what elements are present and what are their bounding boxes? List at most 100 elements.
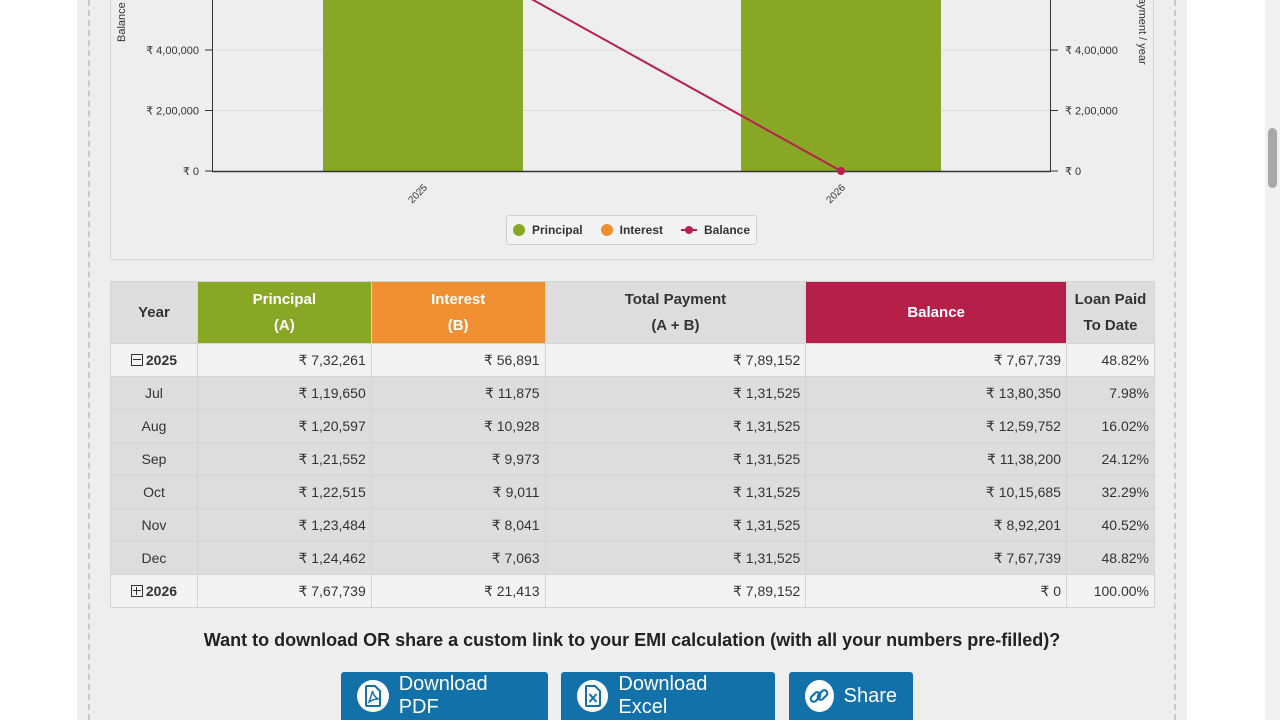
- month-cell: Dec: [110, 541, 198, 575]
- download-excel-label: Download Excel: [618, 673, 708, 718]
- total-payment-cell: ₹ 1,31,525: [544, 475, 807, 509]
- total-payment-cell: ₹ 1,31,525: [544, 376, 807, 410]
- share-heading: Want to download OR share a custom link …: [203, 630, 1061, 650]
- scrollbar[interactable]: [1265, 0, 1280, 720]
- interest-cell: ₹ 21,413: [370, 574, 546, 608]
- principal-cell: ₹ 1,24,462: [196, 541, 372, 575]
- excel-file-icon: [577, 680, 609, 712]
- right-tick-label: ₹ 0: [1065, 166, 1081, 178]
- table-row: Jul ₹ 1,19,650 ₹ 11,875 ₹ 1,31,525 ₹ 13,…: [110, 376, 1156, 410]
- interest-cell: ₹ 7,063: [370, 541, 546, 575]
- right-tick-label: ₹ 2,00,000: [1065, 106, 1118, 118]
- interest-cell: ₹ 9,011: [370, 475, 546, 509]
- year-row-2026[interactable]: 2026 ₹ 7,67,739 ₹ 21,413 ₹ 7,89,152 ₹ 0 …: [110, 574, 1156, 608]
- interest-cell: ₹ 56,891: [370, 343, 546, 377]
- balance-point: [837, 167, 845, 175]
- loan-paid-cell: 7.98%: [1065, 376, 1156, 410]
- principal-cell: ₹ 7,67,739: [196, 574, 372, 608]
- total-payment-cell: ₹ 1,31,525: [544, 442, 807, 476]
- header-year: Year: [110, 281, 198, 344]
- right-axis-title: ayment / year: [1136, 0, 1148, 65]
- month-cell: Aug: [110, 409, 198, 443]
- balance-cell: ₹ 11,38,200: [805, 442, 1067, 476]
- table-row: Nov ₹ 1,23,484 ₹ 8,041 ₹ 1,31,525 ₹ 8,92…: [110, 508, 1156, 542]
- balance-cell: ₹ 0: [805, 574, 1067, 608]
- loan-paid-cell: 48.82%: [1065, 343, 1156, 377]
- interest-dot-icon: [600, 224, 613, 236]
- loan-paid-cell: 16.02%: [1065, 409, 1156, 443]
- balance-cell: ₹ 13,80,350: [805, 376, 1067, 410]
- year-row-2025[interactable]: 2025 ₹ 7,32,261 ₹ 56,891 ₹ 7,89,152 ₹ 7,…: [110, 343, 1156, 377]
- total-payment-cell: ₹ 1,31,525: [544, 541, 807, 575]
- principal-bar: [741, 0, 941, 171]
- year-cell[interactable]: 2025: [110, 343, 198, 377]
- principal-cell: ₹ 1,20,597: [196, 409, 372, 443]
- download-pdf-button[interactable]: Download PDF: [341, 672, 548, 720]
- principal-cell: ₹ 1,22,515: [196, 475, 372, 509]
- principal-dot-icon: [512, 224, 525, 236]
- left-tick-label: ₹ 0: [183, 166, 199, 178]
- balance-cell: ₹ 7,67,739: [805, 541, 1067, 575]
- principal-cell: ₹ 1,23,484: [196, 508, 372, 542]
- balance-line-icon: [681, 224, 697, 236]
- year-cell[interactable]: 2026: [110, 574, 198, 608]
- left-tick-label: ₹ 4,00,000: [146, 45, 199, 57]
- loan-paid-cell: 32.29%: [1065, 475, 1156, 509]
- table-row: Aug ₹ 1,20,597 ₹ 10,928 ₹ 1,31,525 ₹ 12,…: [110, 409, 1156, 443]
- table-header-row: Year Principal (A) Interest (B) Total Paym…: [110, 281, 1156, 344]
- chart-legend: Principal Interest Balance: [506, 215, 757, 245]
- month-cell: Oct: [110, 475, 198, 509]
- balance-cell: ₹ 7,67,739: [805, 343, 1067, 377]
- legend-principal-label: Principal: [531, 223, 583, 237]
- loan-paid-cell: 48.82%: [1065, 541, 1156, 575]
- balance-cell: ₹ 8,92,201: [805, 508, 1067, 542]
- table-row: Oct ₹ 1,22,515 ₹ 9,011 ₹ 1,31,525 ₹ 10,1…: [110, 475, 1156, 509]
- share-label: Share: [843, 684, 897, 707]
- loan-paid-cell: 40.52%: [1065, 508, 1156, 542]
- x-tick-label: 2026: [824, 182, 848, 206]
- total-payment-cell: ₹ 1,31,525: [544, 508, 807, 542]
- legend-balance-label: Balance: [704, 223, 751, 237]
- month-cell: Nov: [110, 508, 198, 542]
- download-pdf-label: Download PDF: [398, 673, 488, 718]
- header-balance: Balance: [805, 281, 1067, 344]
- header-interest: Interest (B): [370, 281, 546, 344]
- header-total-payment: Total Payment (A + B): [544, 281, 807, 344]
- total-payment-cell: ₹ 1,31,525: [544, 409, 807, 443]
- interest-cell: ₹ 9,973: [370, 442, 546, 476]
- total-payment-cell: ₹ 7,89,152: [544, 343, 807, 377]
- share-button[interactable]: Share: [789, 672, 913, 720]
- principal-cell: ₹ 1,21,552: [196, 442, 372, 476]
- pdf-file-icon: [357, 680, 389, 712]
- principal-cell: ₹ 1,19,650: [196, 376, 372, 410]
- balance-cell: ₹ 10,15,685: [805, 475, 1067, 509]
- payment-schedule-table: Year Principal (A) Interest (B) Total Paym…: [110, 281, 1156, 608]
- x-tick-label: 2025: [406, 182, 430, 206]
- right-tick-label: ₹ 4,00,000: [1065, 45, 1118, 57]
- legend-principal[interactable]: Principal: [512, 223, 583, 237]
- left-tick-label: ₹ 2,00,000: [146, 106, 199, 118]
- table-row: Dec ₹ 1,24,462 ₹ 7,063 ₹ 1,31,525 ₹ 7,67…: [110, 541, 1156, 575]
- month-cell: Sep: [110, 442, 198, 476]
- left-axis-title: Balance: [116, 2, 128, 42]
- loan-paid-cell: 100.00%: [1065, 574, 1156, 608]
- scrollbar-thumb[interactable]: [1268, 128, 1277, 188]
- legend-interest[interactable]: Interest: [600, 223, 663, 237]
- table-row: Sep ₹ 1,21,552 ₹ 9,973 ₹ 1,31,525 ₹ 11,3…: [110, 442, 1156, 476]
- collapse-icon[interactable]: [130, 353, 143, 366]
- interest-cell: ₹ 8,041: [370, 508, 546, 542]
- expand-icon[interactable]: [130, 584, 143, 597]
- header-loan-paid: Loan Paid To Date: [1065, 281, 1156, 344]
- legend-interest-label: Interest: [619, 223, 663, 237]
- principal-cell: ₹ 7,32,261: [196, 343, 372, 377]
- total-payment-cell: ₹ 7,89,152: [544, 574, 807, 608]
- interest-cell: ₹ 11,875: [370, 376, 546, 410]
- month-cell: Jul: [110, 376, 198, 410]
- legend-balance[interactable]: Balance: [681, 223, 750, 237]
- interest-cell: ₹ 10,928: [370, 409, 546, 443]
- balance-cell: ₹ 12,59,752: [805, 409, 1067, 443]
- download-excel-button[interactable]: Download Excel: [561, 672, 775, 720]
- link-icon: [805, 680, 834, 712]
- loan-paid-cell: 24.12%: [1065, 442, 1156, 476]
- header-principal: Principal (A): [196, 281, 372, 344]
